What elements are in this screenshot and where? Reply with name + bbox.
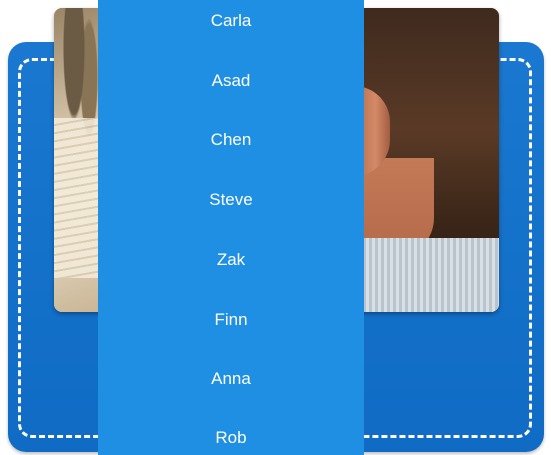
stage: Carla Asad Chen Steve Zak Finn Anna Rob [0,0,551,455]
name-item-zak[interactable]: Zak [98,240,364,280]
name-item-carla[interactable]: Carla [98,1,364,41]
photo-shirt-collar [354,238,499,312]
name-item-asad[interactable]: Asad [98,61,364,101]
name-item-finn[interactable]: Finn [98,300,364,340]
name-item-anna[interactable]: Anna [98,359,364,399]
name-item-steve[interactable]: Steve [98,180,364,220]
name-dropdown-list[interactable]: Carla Asad Chen Steve Zak Finn Anna Rob [98,0,364,455]
name-item-chen[interactable]: Chen [98,120,364,160]
name-item-rob[interactable]: Rob [98,418,364,455]
